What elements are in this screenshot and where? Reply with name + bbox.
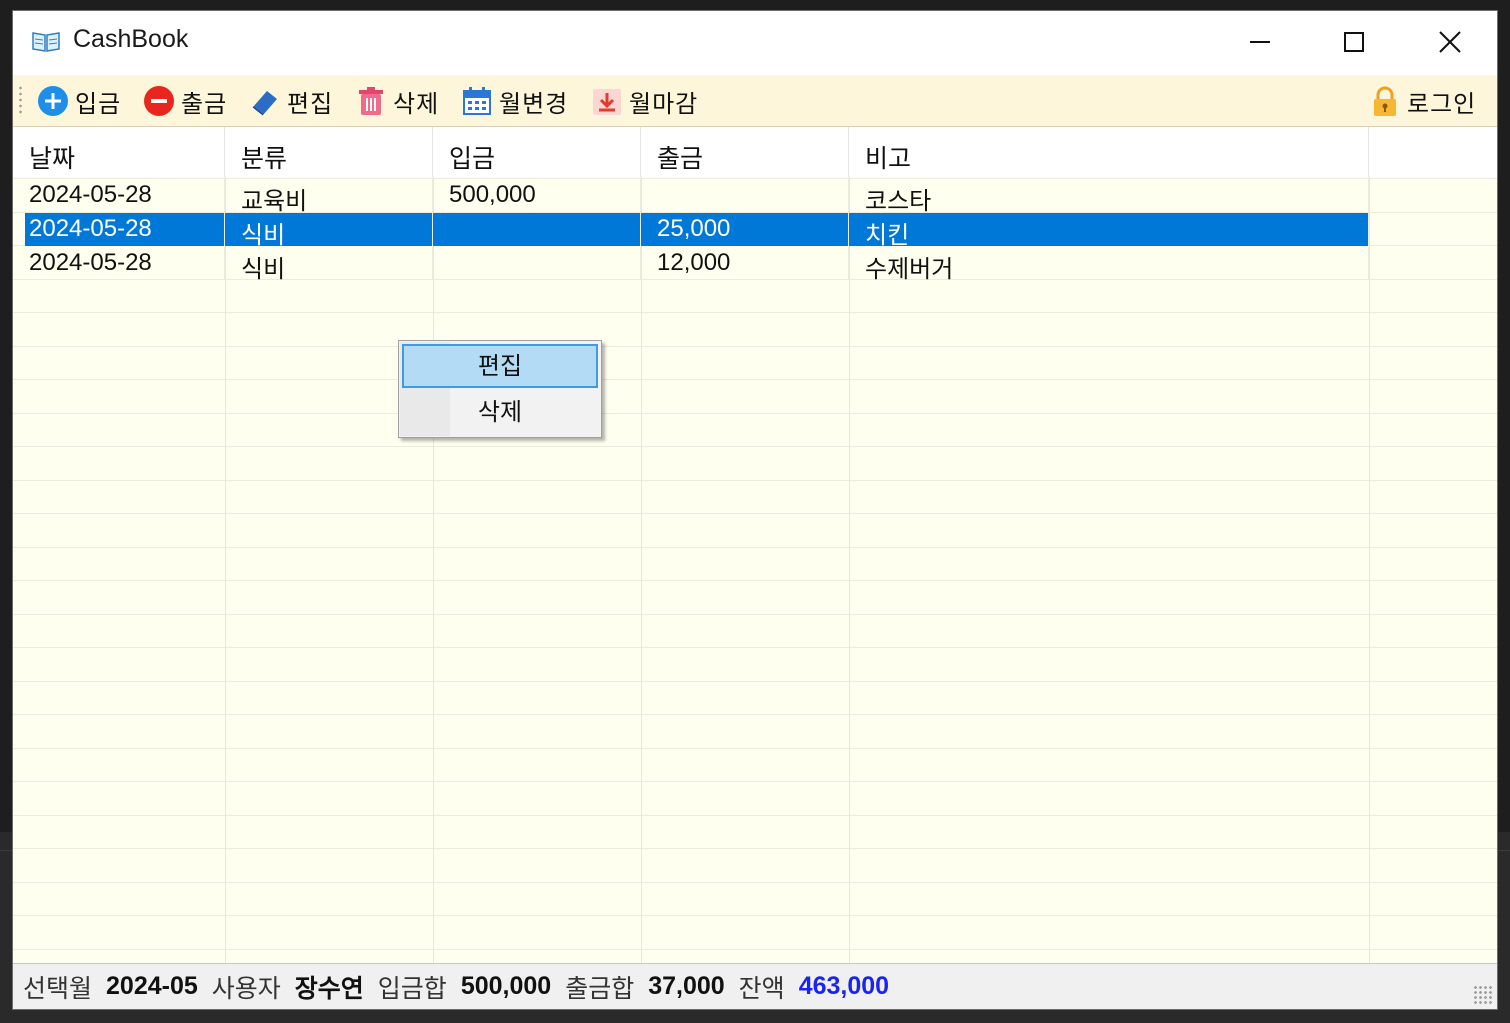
grid-row-line (13, 413, 1497, 414)
title-bar[interactable]: CashBook (13, 11, 1497, 75)
grid-column-line (849, 177, 850, 963)
cell-date: 2024-05-28 (13, 179, 225, 212)
minus-circle-icon (143, 85, 175, 117)
grid-row-line (13, 848, 1497, 849)
user-value: 장수연 (294, 974, 364, 1003)
cell-expense: 12,000 (641, 247, 849, 280)
delete-button[interactable]: 삭제 (355, 81, 439, 121)
column-header-expense[interactable]: 출금 (641, 127, 849, 177)
context-menu: 편집 삭제 (398, 340, 602, 438)
income-total-value: 500,000 (460, 972, 552, 1000)
context-menu-edit[interactable]: 편집 (402, 344, 598, 388)
expense-button[interactable]: 출금 (143, 81, 227, 121)
grid-row-line (13, 446, 1497, 447)
selected-month-label: 선택월 (23, 973, 93, 1003)
grid-column-line (641, 177, 642, 963)
toolbar: 입금 출금 편집 삭제 월변경 월마감 로그인 (13, 75, 1497, 127)
cell-category: 식비 (225, 247, 433, 283)
minimize-button[interactable] (1213, 11, 1307, 73)
minimize-icon (1250, 41, 1270, 43)
column-header-income[interactable]: 입금 (433, 127, 641, 177)
change-month-button[interactable]: 월변경 (461, 81, 568, 121)
expense-total-value: 37,000 (648, 972, 725, 1000)
grid-row-line (13, 547, 1497, 548)
calendar-icon (461, 85, 493, 117)
grid-row-line (13, 480, 1497, 481)
income-button[interactable]: 입금 (37, 81, 121, 121)
grid-row-line (13, 714, 1497, 715)
cashbook-window: CashBook 입금 출금 편집 삭제 월변경 월마감 로그인 날짜 분류 입… (12, 10, 1498, 1010)
grid-row-line (13, 513, 1497, 514)
selected-month-value: 2024-05 (106, 972, 198, 1000)
transaction-grid[interactable]: 날짜 분류 입금 출금 비고 2024-05-28 교육비 500,000 코스… (13, 127, 1497, 963)
balance-label: 잔액 (738, 973, 785, 1003)
cell-memo: 코스타 (849, 179, 1369, 215)
toolbar-grip[interactable] (19, 85, 22, 117)
cell-expense: 25,000 (641, 213, 849, 246)
eraser-icon (249, 85, 281, 117)
book-icon (31, 29, 61, 53)
trash-icon (355, 85, 387, 117)
grid-row-line (13, 681, 1497, 682)
cell-income: 500,000 (433, 179, 641, 212)
login-button-label: 로그인 (1407, 89, 1477, 118)
context-menu-delete[interactable]: 삭제 (402, 390, 598, 434)
edit-button-label: 편집 (287, 89, 334, 118)
close-button[interactable] (1403, 11, 1497, 73)
window-title: CashBook (73, 25, 189, 53)
income-total-label: 입금합 (377, 973, 447, 1003)
grid-row-line (13, 647, 1497, 648)
expense-total-label: 출금합 (565, 973, 635, 1003)
change-month-button-label: 월변경 (499, 89, 569, 118)
lock-icon (1369, 85, 1401, 117)
maximize-icon (1344, 32, 1364, 52)
grid-row-line (13, 949, 1497, 950)
grid-row-line (13, 614, 1497, 615)
cell-category: 식비 (225, 213, 433, 249)
column-header-memo[interactable]: 비고 (849, 127, 1369, 177)
download-icon (591, 85, 623, 117)
grid-column-line (225, 177, 226, 963)
cell-income (433, 247, 641, 280)
close-month-button[interactable]: 월마감 (591, 81, 698, 121)
user-label: 사용자 (211, 973, 281, 1003)
cell-date: 2024-05-28 (25, 213, 225, 246)
table-row[interactable]: 2024-05-28 교육비 500,000 코스타 (13, 179, 1497, 215)
grid-row-line (13, 915, 1497, 916)
grid-row-line (13, 346, 1497, 347)
login-button[interactable]: 로그인 (1369, 81, 1476, 121)
close-month-button-label: 월마감 (629, 89, 699, 118)
income-button-label: 입금 (75, 89, 122, 118)
maximize-button[interactable] (1307, 11, 1401, 73)
grid-row-line (13, 815, 1497, 816)
grid-row-line (13, 748, 1497, 749)
grid-row-line (13, 379, 1497, 380)
grid-row-line (13, 312, 1497, 313)
cell-expense (641, 179, 849, 212)
grid-row-line (13, 882, 1497, 883)
table-row[interactable]: 2024-05-28 식비 12,000 수제버거 (13, 247, 1497, 283)
close-icon (1439, 31, 1461, 53)
cell-memo: 치킨 (849, 213, 1369, 249)
cell-memo: 수제버거 (849, 247, 1369, 283)
resize-grip[interactable] (1473, 985, 1493, 1005)
cell-date: 2024-05-28 (13, 247, 225, 280)
expense-button-label: 출금 (181, 89, 228, 118)
grid-row-line (13, 781, 1497, 782)
grid-column-line (433, 177, 434, 963)
edit-button[interactable]: 편집 (249, 81, 333, 121)
column-header-category[interactable]: 분류 (225, 127, 433, 177)
grid-column-line (1369, 177, 1370, 963)
plus-circle-icon (37, 85, 69, 117)
table-row-selected[interactable]: 2024-05-28 식비 25,000 치킨 (13, 213, 1497, 249)
balance-value: 463,000 (798, 972, 890, 1000)
cell-income (433, 213, 641, 246)
grid-row-line (13, 580, 1497, 581)
delete-button-label: 삭제 (393, 89, 440, 118)
column-header-date[interactable]: 날짜 (13, 127, 225, 177)
cell-category: 교육비 (225, 179, 433, 215)
grid-header: 날짜 분류 입금 출금 비고 (13, 127, 1497, 177)
status-bar: 선택월 2024-05 사용자 장수연 입금합 500,000 출금합 37,0… (13, 963, 1497, 1009)
